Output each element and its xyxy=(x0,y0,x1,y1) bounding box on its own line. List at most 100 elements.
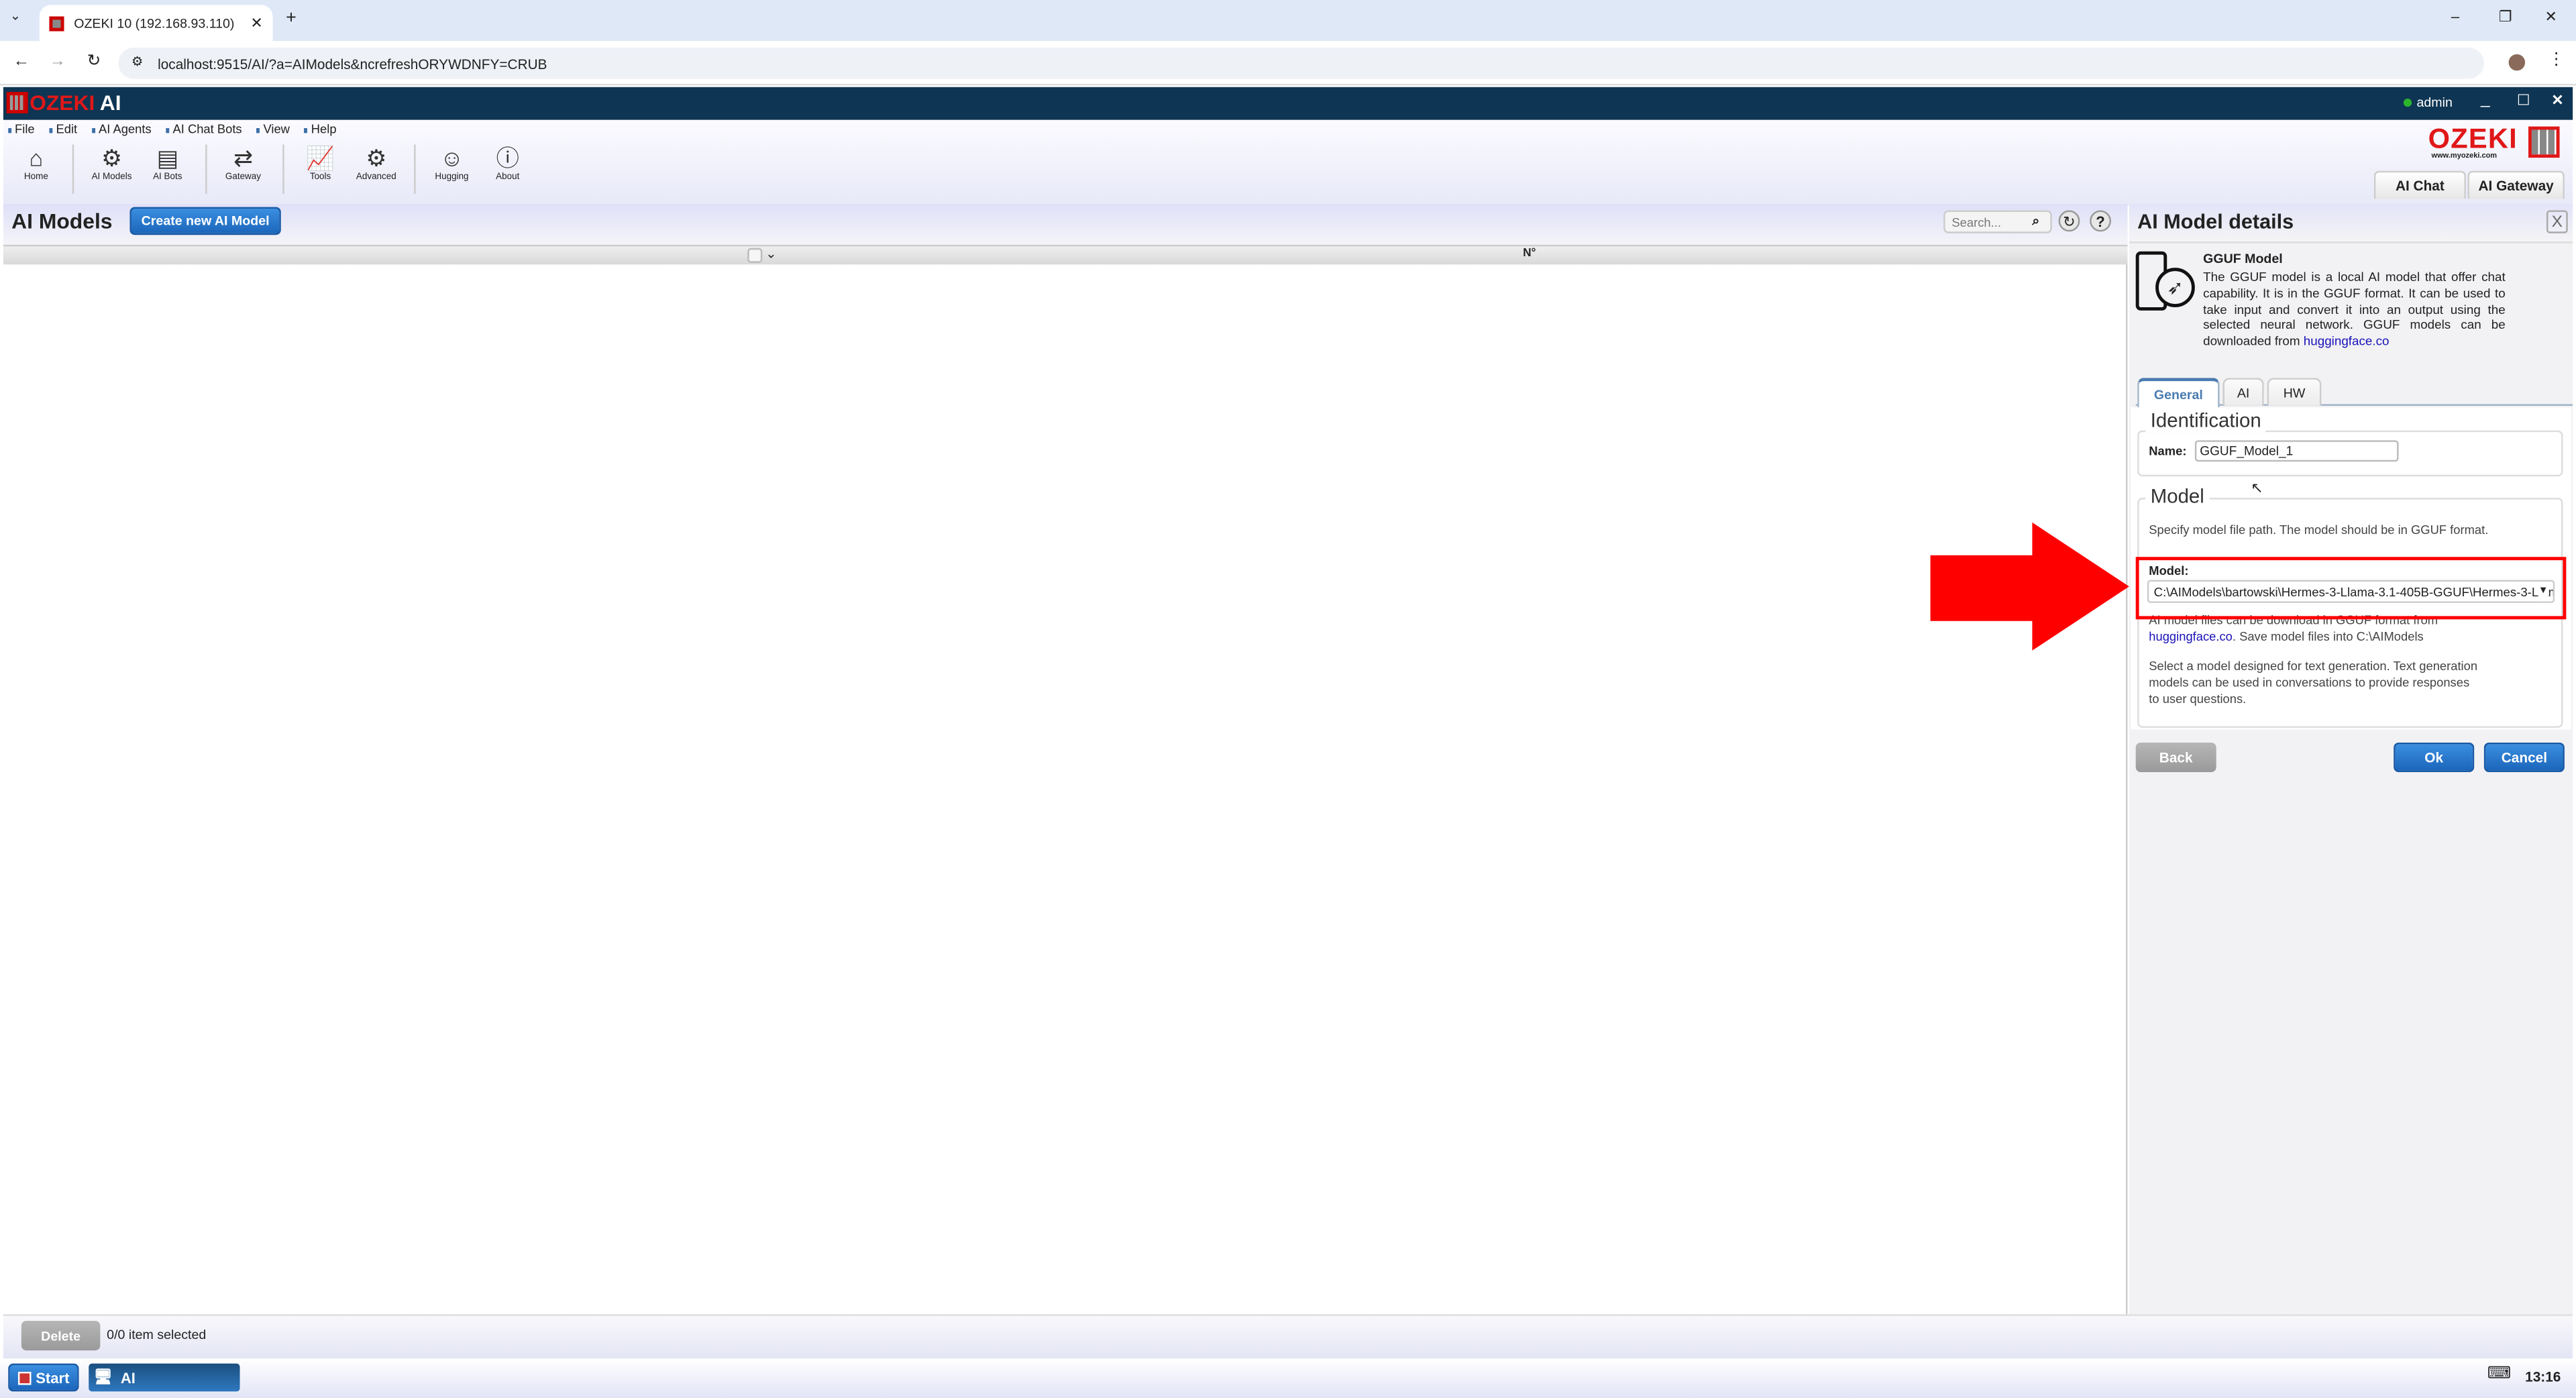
download-huggingface-link[interactable]: huggingface.co xyxy=(2149,629,2233,643)
close-tab-icon[interactable]: ✕ xyxy=(250,14,262,32)
toolbar-tools[interactable]: 📈 Tools xyxy=(292,145,348,182)
table-header: ⌄ N° xyxy=(3,244,2128,265)
huggingface-link[interactable]: huggingface.co xyxy=(2304,334,2390,349)
browser-tab-bar: ⌄ OZEKI 10 (192.168.93.110) ✕ + – ❐ ✕ xyxy=(0,0,2576,42)
url-bar[interactable]: ⚙ localhost:9515/AI/?a=AIModels&ncrefres… xyxy=(118,48,2484,79)
help-icon[interactable]: ? xyxy=(2090,210,2111,232)
tab-title: OZEKI 10 (192.168.93.110) xyxy=(74,15,235,31)
cancel-button[interactable]: Cancel xyxy=(2483,742,2565,773)
tab-ai-gateway[interactable]: AI Gateway xyxy=(2467,170,2565,199)
keyboard-icon[interactable]: ⌨ xyxy=(2487,1365,2511,1383)
toolbar-advanced[interactable]: ⚙ Advanced xyxy=(348,145,404,182)
keypad-logo-icon xyxy=(2528,126,2560,158)
ai-app-icon: 🖥 xyxy=(93,1368,113,1385)
url-text: localhost:9515/AI/?a=AIModels&ncrefreshO… xyxy=(158,55,547,72)
text-generation-help: Select a model designed for text generat… xyxy=(2149,659,2478,706)
start-button[interactable]: Start xyxy=(8,1363,79,1392)
menu-ai-chat-bots[interactable]: AI Chat Bots xyxy=(166,121,241,136)
ok-button[interactable]: Ok xyxy=(2394,742,2475,773)
mouse-cursor-icon: ↖ xyxy=(2251,480,2263,496)
page-title: AI Models xyxy=(11,209,113,233)
list-title-row: AI Models Create new AI Model Search... … xyxy=(3,203,2128,245)
browser-tab[interactable]: OZEKI 10 (192.168.93.110) ✕ xyxy=(39,5,273,42)
restore-window-icon[interactable]: ❐ xyxy=(2499,8,2512,26)
browser-menu-icon[interactable]: ⋮ xyxy=(2548,51,2564,69)
toolbar-gateway[interactable]: ⇄ Gateway xyxy=(215,145,271,182)
profile-avatar[interactable] xyxy=(2508,54,2526,71)
back-button[interactable]: Back xyxy=(2135,742,2216,773)
back-icon[interactable]: ← xyxy=(13,52,30,70)
close-window-icon[interactable]: ✕ xyxy=(2545,8,2557,26)
taskbar: Start 🖥 AI ⌨ 13:16 xyxy=(0,1358,2576,1398)
hugging-face-icon: ☺ xyxy=(439,144,464,171)
toolbar-ai-models[interactable]: ⚙ AI Models xyxy=(84,145,140,182)
model-description: The GGUF model is a local AI model that … xyxy=(2203,270,2506,350)
app-minimize-icon[interactable]: _ xyxy=(2481,91,2490,109)
start-label: Start xyxy=(36,1369,70,1386)
ai-models-icon: ⚙ xyxy=(101,144,122,171)
search-input[interactable]: Search... ⌕ xyxy=(1943,210,2052,233)
gear-icon: ⚙ xyxy=(366,144,387,171)
menu-edit[interactable]: Edit xyxy=(50,121,77,136)
search-icon[interactable]: ⌕ xyxy=(2032,213,2039,229)
toolbar-label: AI Bots xyxy=(153,172,182,182)
toolbar-divider xyxy=(282,144,284,194)
arrow-shape xyxy=(1930,522,2129,651)
details-header: AI Model details X xyxy=(2129,203,2573,244)
clock: 13:16 xyxy=(2525,1368,2561,1385)
new-tab-icon[interactable]: + xyxy=(286,8,297,28)
model-help-text: Specify model file path. The model shoul… xyxy=(2149,522,2489,537)
ai-bots-icon: ▤ xyxy=(156,144,178,171)
tab-hw[interactable]: HW xyxy=(2267,378,2322,406)
delete-button[interactable]: Delete xyxy=(21,1320,101,1351)
toolbar-divider xyxy=(414,144,416,194)
app-close-icon[interactable]: ✕ xyxy=(2551,92,2563,110)
tab-general[interactable]: General xyxy=(2137,378,2220,408)
menu-file[interactable]: File xyxy=(8,121,35,136)
menu-view[interactable]: View xyxy=(257,121,289,136)
selection-status: 0/0 item selected xyxy=(107,1327,207,1342)
brand-logo-url: www.myozeki.com xyxy=(2431,151,2498,160)
user-name: admin xyxy=(2416,95,2453,111)
ai-models-list-pane xyxy=(3,203,2128,1315)
toolbar-home[interactable]: ⌂ Home xyxy=(8,145,64,182)
name-input[interactable]: GGUF_Model_1 xyxy=(2194,440,2399,462)
column-header-number[interactable]: N° xyxy=(1523,248,1536,260)
forward-icon[interactable]: → xyxy=(49,52,65,70)
toolbar-label: About xyxy=(496,172,520,182)
red-arrow-annotation xyxy=(1930,522,2129,651)
ozeki-start-icon xyxy=(17,1370,31,1385)
toolbar-label: Hugging xyxy=(435,172,469,182)
app-maximize-icon[interactable]: ☐ xyxy=(2517,92,2530,110)
menu-ai-agents[interactable]: AI Agents xyxy=(92,121,152,136)
gguf-model-icon: ➶ xyxy=(2134,250,2196,315)
tab-list-chevron-icon[interactable]: ⌄ xyxy=(10,8,21,23)
close-details-button[interactable]: X xyxy=(2546,210,2568,233)
toolbar-about[interactable]: ⓘ About xyxy=(480,145,535,182)
ozeki-brand-logo: OZEKI www.myozeki.com xyxy=(2428,123,2563,163)
model-type-heading: GGUF Model xyxy=(2203,251,2283,266)
toolbar-label: Gateway xyxy=(225,172,262,182)
taskbar-app-ai[interactable]: 🖥 AI xyxy=(89,1363,240,1392)
chevron-down-icon[interactable]: ⌄ xyxy=(765,246,776,261)
toolbar-hugging[interactable]: ☺ Hugging xyxy=(424,145,480,182)
toolbar-divider xyxy=(72,144,74,194)
identification-legend: Identification xyxy=(2145,409,2267,433)
reload-icon[interactable]: ↻ xyxy=(87,52,101,70)
tab-ai-chat[interactable]: AI Chat xyxy=(2373,170,2466,199)
gateway-icon: ⇄ xyxy=(233,144,253,171)
create-new-ai-model-button[interactable]: Create new AI Model xyxy=(129,207,281,235)
menu-help[interactable]: Help xyxy=(305,121,337,136)
site-info-icon[interactable]: ⚙ xyxy=(131,54,144,69)
highlight-box xyxy=(2135,557,2567,620)
toolbar-ai-bots[interactable]: ▤ AI Bots xyxy=(140,145,195,182)
refresh-icon[interactable]: ↻ xyxy=(2058,210,2080,232)
user-indicator[interactable]: admin xyxy=(2403,95,2453,111)
select-all-checkbox[interactable] xyxy=(747,248,763,263)
name-label: Name: xyxy=(2149,443,2187,459)
toolbar-label: Advanced xyxy=(356,172,396,182)
search-placeholder: Search... xyxy=(1951,215,2001,230)
minimize-window-icon[interactable]: – xyxy=(2451,8,2459,24)
tab-ai[interactable]: AI xyxy=(2222,378,2264,406)
info-icon: ⓘ xyxy=(496,144,519,171)
